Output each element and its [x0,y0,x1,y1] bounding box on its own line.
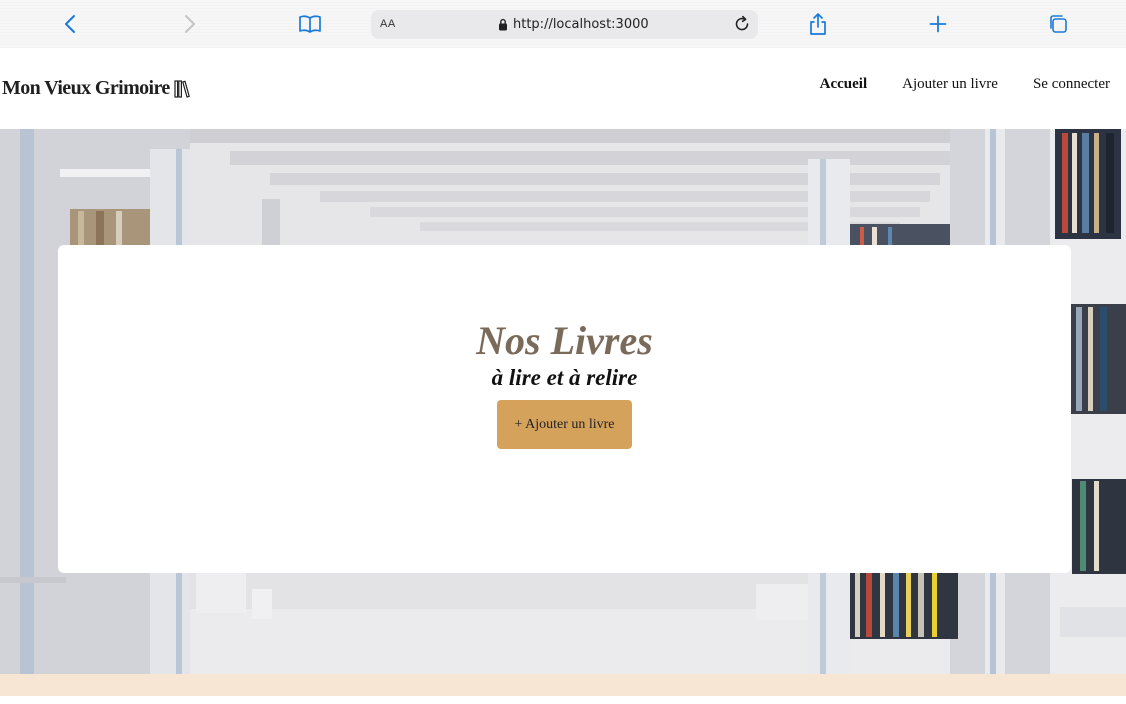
nav-link-accueil[interactable]: Accueil [820,76,867,93]
books-icon [174,79,190,98]
footer-strip [0,674,1126,696]
page-subtitle: à lire et à relire [491,365,638,390]
text-size-button[interactable]: AA [380,18,396,30]
bookmarks-button[interactable] [298,12,322,36]
reload-icon[interactable] [732,14,752,34]
forward-button[interactable] [178,12,202,36]
site-header: Mon Vieux Grimoire Accueil Ajouter un li… [0,48,1126,129]
tabs-icon [1050,15,1067,33]
main-nav: Accueil Ajouter un livre Se connecter [820,76,1110,93]
nav-link-ajouter-livre[interactable]: Ajouter un livre [902,76,998,93]
new-tab-icon [929,15,947,33]
new-tab-button[interactable] [926,12,950,36]
page-title: Nos Livres [476,318,653,363]
browser-toolbar: AA http://localhost:3000 [0,0,1126,48]
hero-card: Nos Livres à lire et à relire + Ajouter … [58,245,1071,573]
nav-link-se-connecter[interactable]: Se connecter [1033,76,1110,93]
logo-text: Mon Vieux Grimoire [2,77,170,99]
back-icon [65,15,75,33]
tabs-button[interactable] [1046,12,1070,36]
share-icon [810,13,826,35]
page-bottom [0,696,1126,704]
add-book-button[interactable]: + Ajouter un livre [497,400,632,449]
lock-icon [499,18,507,31]
address-bar[interactable]: AA http://localhost:3000 [371,10,758,39]
site-logo[interactable]: Mon Vieux Grimoire [2,77,190,100]
forward-icon [185,15,195,33]
bookmarks-icon [299,15,321,33]
hero-banner: Nos Livres à lire et à relire + Ajouter … [0,129,1126,674]
share-button[interactable] [806,12,830,36]
url-text: http://localhost:3000 [513,17,649,32]
back-button[interactable] [58,12,82,36]
